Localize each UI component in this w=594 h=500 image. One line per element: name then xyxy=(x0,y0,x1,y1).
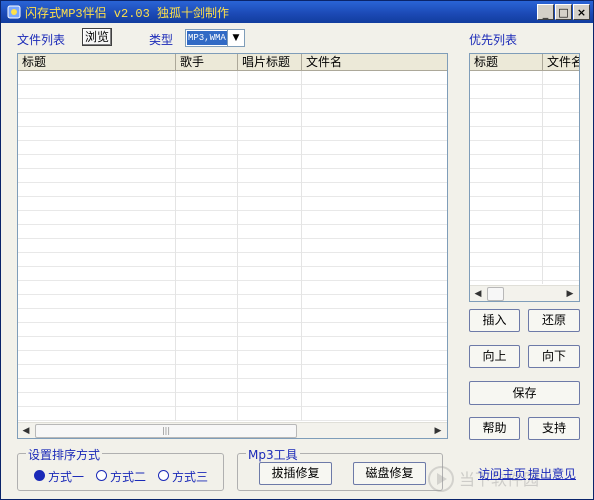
grid-row-line xyxy=(470,154,579,155)
grid-row-line xyxy=(18,420,447,421)
grid-row-line xyxy=(18,392,447,393)
mp3-tools-group: Mp3工具 拔插修复 磁盘修复 xyxy=(237,446,443,491)
chevron-down-icon[interactable]: ▼ xyxy=(227,30,244,46)
grid-row-line xyxy=(470,182,579,183)
grid-row-line xyxy=(18,378,447,379)
grid-row-line xyxy=(18,406,447,407)
support-button[interactable]: 支持 xyxy=(528,417,580,440)
type-select[interactable]: MP3,WMA ▼ xyxy=(185,29,245,47)
app-icon xyxy=(7,5,21,19)
sort-option-1-label[interactable]: 方式一 xyxy=(48,468,84,485)
priority-list-table[interactable]: 标题 文件名 ◀ ▶ xyxy=(469,53,580,302)
move-down-button[interactable]: 向下 xyxy=(528,345,580,368)
scroll-left-icon[interactable]: ◀ xyxy=(470,286,486,301)
grid-column-line xyxy=(237,71,238,421)
sort-method-group: 设置排序方式 方式一 方式二 方式三 xyxy=(17,446,224,491)
grid-row-line xyxy=(18,294,447,295)
grid-row-line xyxy=(470,224,579,225)
scroll-thumb[interactable]: ||| xyxy=(35,424,297,438)
feedback-link[interactable]: 提出意见 xyxy=(528,465,576,482)
grid-row-line xyxy=(18,238,447,239)
visit-homepage-link[interactable]: 访问主页 xyxy=(478,465,526,482)
type-label: 类型 xyxy=(149,33,174,47)
grid-row-line xyxy=(470,238,579,239)
hotplug-repair-button[interactable]: 拔插修复 xyxy=(259,462,332,485)
grid-row-line xyxy=(18,84,447,85)
grid-row-line xyxy=(18,112,447,113)
priority-list-header: 标题 文件名 xyxy=(470,54,579,71)
grid-column-line xyxy=(301,71,302,421)
grid-row-line xyxy=(18,364,447,365)
grid-row-line xyxy=(18,322,447,323)
mp3-tools-group-title: Mp3工具 xyxy=(246,446,300,463)
help-button[interactable]: 帮助 xyxy=(469,417,520,440)
grid-row-line xyxy=(18,280,447,281)
app-window: 闪存式MP3伴侣 v2.03 独孤十剑制作 _ □ × 文件列表 浏览 类型 M… xyxy=(0,0,594,500)
move-up-button[interactable]: 向上 xyxy=(469,345,520,368)
browse-button[interactable]: 浏览 xyxy=(82,28,112,46)
save-button[interactable]: 保存 xyxy=(469,381,580,405)
grid-row-line xyxy=(18,154,447,155)
grid-row-line xyxy=(470,140,579,141)
grid-row-line xyxy=(18,196,447,197)
grid-row-line xyxy=(18,182,447,183)
sort-option-3-label[interactable]: 方式三 xyxy=(172,468,208,485)
grid-row-line xyxy=(18,140,447,141)
grid-column-line xyxy=(175,71,176,421)
insert-button[interactable]: 插入 xyxy=(469,309,520,332)
grid-row-line xyxy=(18,252,447,253)
grid-row-line xyxy=(470,98,579,99)
close-button[interactable]: × xyxy=(573,4,590,20)
grid-row-line xyxy=(470,196,579,197)
grid-column-line xyxy=(542,71,543,284)
scroll-left-icon[interactable]: ◀ xyxy=(18,423,34,438)
grid-row-line xyxy=(18,168,447,169)
grid-row-line xyxy=(18,308,447,309)
client-area: 文件列表 浏览 类型 MP3,WMA ▼ 优先列表 标题 歌手 唱片标题 文件名… xyxy=(1,23,593,499)
grid-row-line xyxy=(18,98,447,99)
grid-row-line xyxy=(18,210,447,211)
grid-row-line xyxy=(18,126,447,127)
column-header-title[interactable]: 标题 xyxy=(470,54,543,70)
title-bar[interactable]: 闪存式MP3伴侣 v2.03 独孤十剑制作 _ □ × xyxy=(1,1,593,23)
grid-row-line xyxy=(470,168,579,169)
column-header-album[interactable]: 唱片标题 xyxy=(238,54,302,70)
scroll-right-icon[interactable]: ▶ xyxy=(430,423,446,438)
grid-row-line xyxy=(470,252,579,253)
disk-repair-button[interactable]: 磁盘修复 xyxy=(353,462,426,485)
grid-row-line xyxy=(470,112,579,113)
grid-row-line xyxy=(18,224,447,225)
minimize-button[interactable]: _ xyxy=(537,4,554,20)
scroll-thumb[interactable] xyxy=(487,287,504,301)
sort-option-1-radio[interactable] xyxy=(34,470,45,481)
window-title: 闪存式MP3伴侣 v2.03 独孤十剑制作 xyxy=(25,7,230,21)
grid-row-line xyxy=(18,336,447,337)
file-list-label: 文件列表 xyxy=(17,33,66,47)
column-header-filename[interactable]: 文件名 xyxy=(543,54,579,70)
column-header-artist[interactable]: 歌手 xyxy=(176,54,238,70)
column-header-filename[interactable]: 文件名 xyxy=(302,54,447,70)
file-list-table[interactable]: 标题 歌手 唱片标题 文件名 ◀ ||| ▶ xyxy=(17,53,448,439)
file-list-header: 标题 歌手 唱片标题 文件名 xyxy=(18,54,447,71)
grid-row-line xyxy=(470,210,579,211)
grid-row-line xyxy=(470,266,579,267)
sort-option-3-radio[interactable] xyxy=(158,470,169,481)
grid-row-line xyxy=(470,280,579,281)
grid-row-line xyxy=(18,266,447,267)
priority-list-hscrollbar[interactable]: ◀ ▶ xyxy=(470,285,579,301)
grid-row-line xyxy=(470,84,579,85)
maximize-button[interactable]: □ xyxy=(555,4,572,20)
grid-row-line xyxy=(18,350,447,351)
sort-option-2-radio[interactable] xyxy=(96,470,107,481)
type-select-value: MP3,WMA xyxy=(187,31,228,45)
restore-button[interactable]: 还原 xyxy=(528,309,580,332)
column-header-title[interactable]: 标题 xyxy=(18,54,176,70)
sort-method-group-title: 设置排序方式 xyxy=(26,446,103,463)
scroll-right-icon[interactable]: ▶ xyxy=(562,286,578,301)
grid-row-line xyxy=(470,126,579,127)
file-list-hscrollbar[interactable]: ◀ ||| ▶ xyxy=(18,422,447,438)
sort-option-2-label[interactable]: 方式二 xyxy=(110,468,146,485)
priority-list-label: 优先列表 xyxy=(469,33,518,47)
